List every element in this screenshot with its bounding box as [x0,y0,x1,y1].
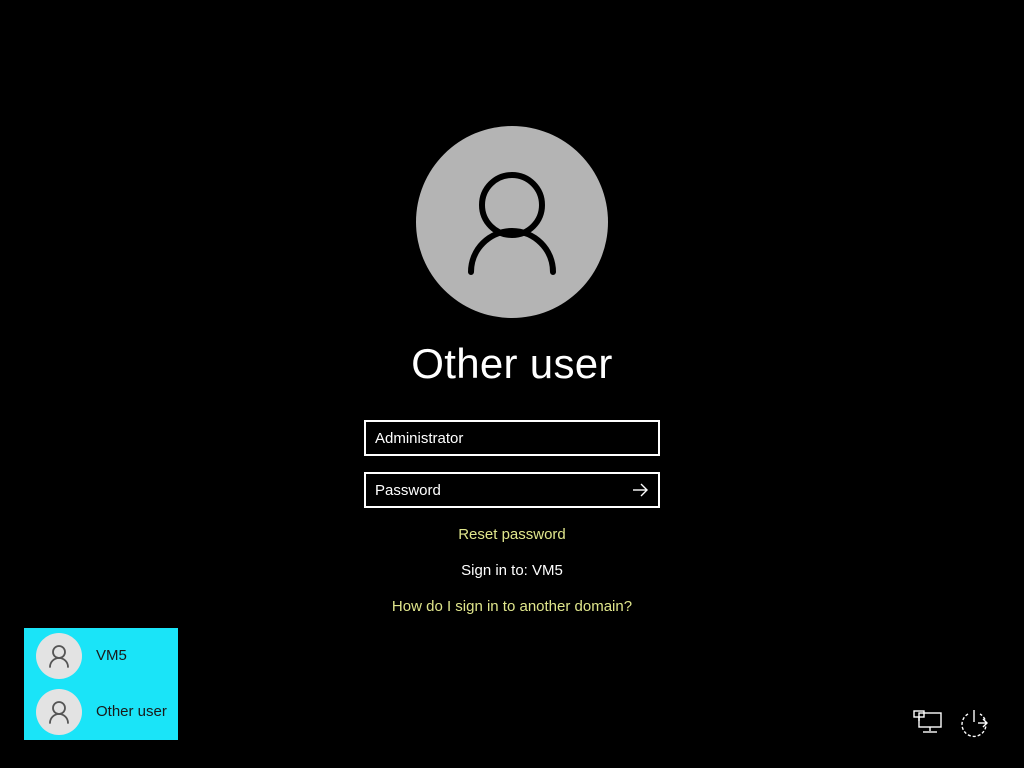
user-switcher: VM5 Other user [24,628,178,740]
user-tile-label: Other user [96,703,167,720]
username-heading: Other user [411,340,613,387]
arrow-right-icon [633,483,648,497]
power-icon [961,710,988,738]
password-field-box [364,472,660,508]
person-icon [49,645,69,668]
submit-button[interactable] [626,476,654,504]
sign-in-to-label: Sign in to: VM5 [461,562,563,579]
person-icon [468,172,556,275]
user-tile-avatar [36,633,82,679]
user-tile-other-user[interactable]: Other user [24,684,178,740]
password-input[interactable] [366,474,616,506]
power-button[interactable] [956,704,992,740]
username-input[interactable] [366,422,658,454]
username-field-box [364,420,660,456]
user-tile-avatar [36,689,82,735]
network-button[interactable] [910,704,946,740]
network-icon [913,710,942,733]
lock-screen: Other user Reset password Sign in to: VM… [0,0,1024,768]
user-avatar [416,126,608,318]
user-tile-label: VM5 [96,647,127,664]
user-tile-vm5[interactable]: VM5 [24,628,178,684]
reset-password-link[interactable]: Reset password [312,525,712,545]
other-domain-link[interactable]: How do I sign in to another domain? [312,597,712,617]
person-icon [49,701,69,724]
